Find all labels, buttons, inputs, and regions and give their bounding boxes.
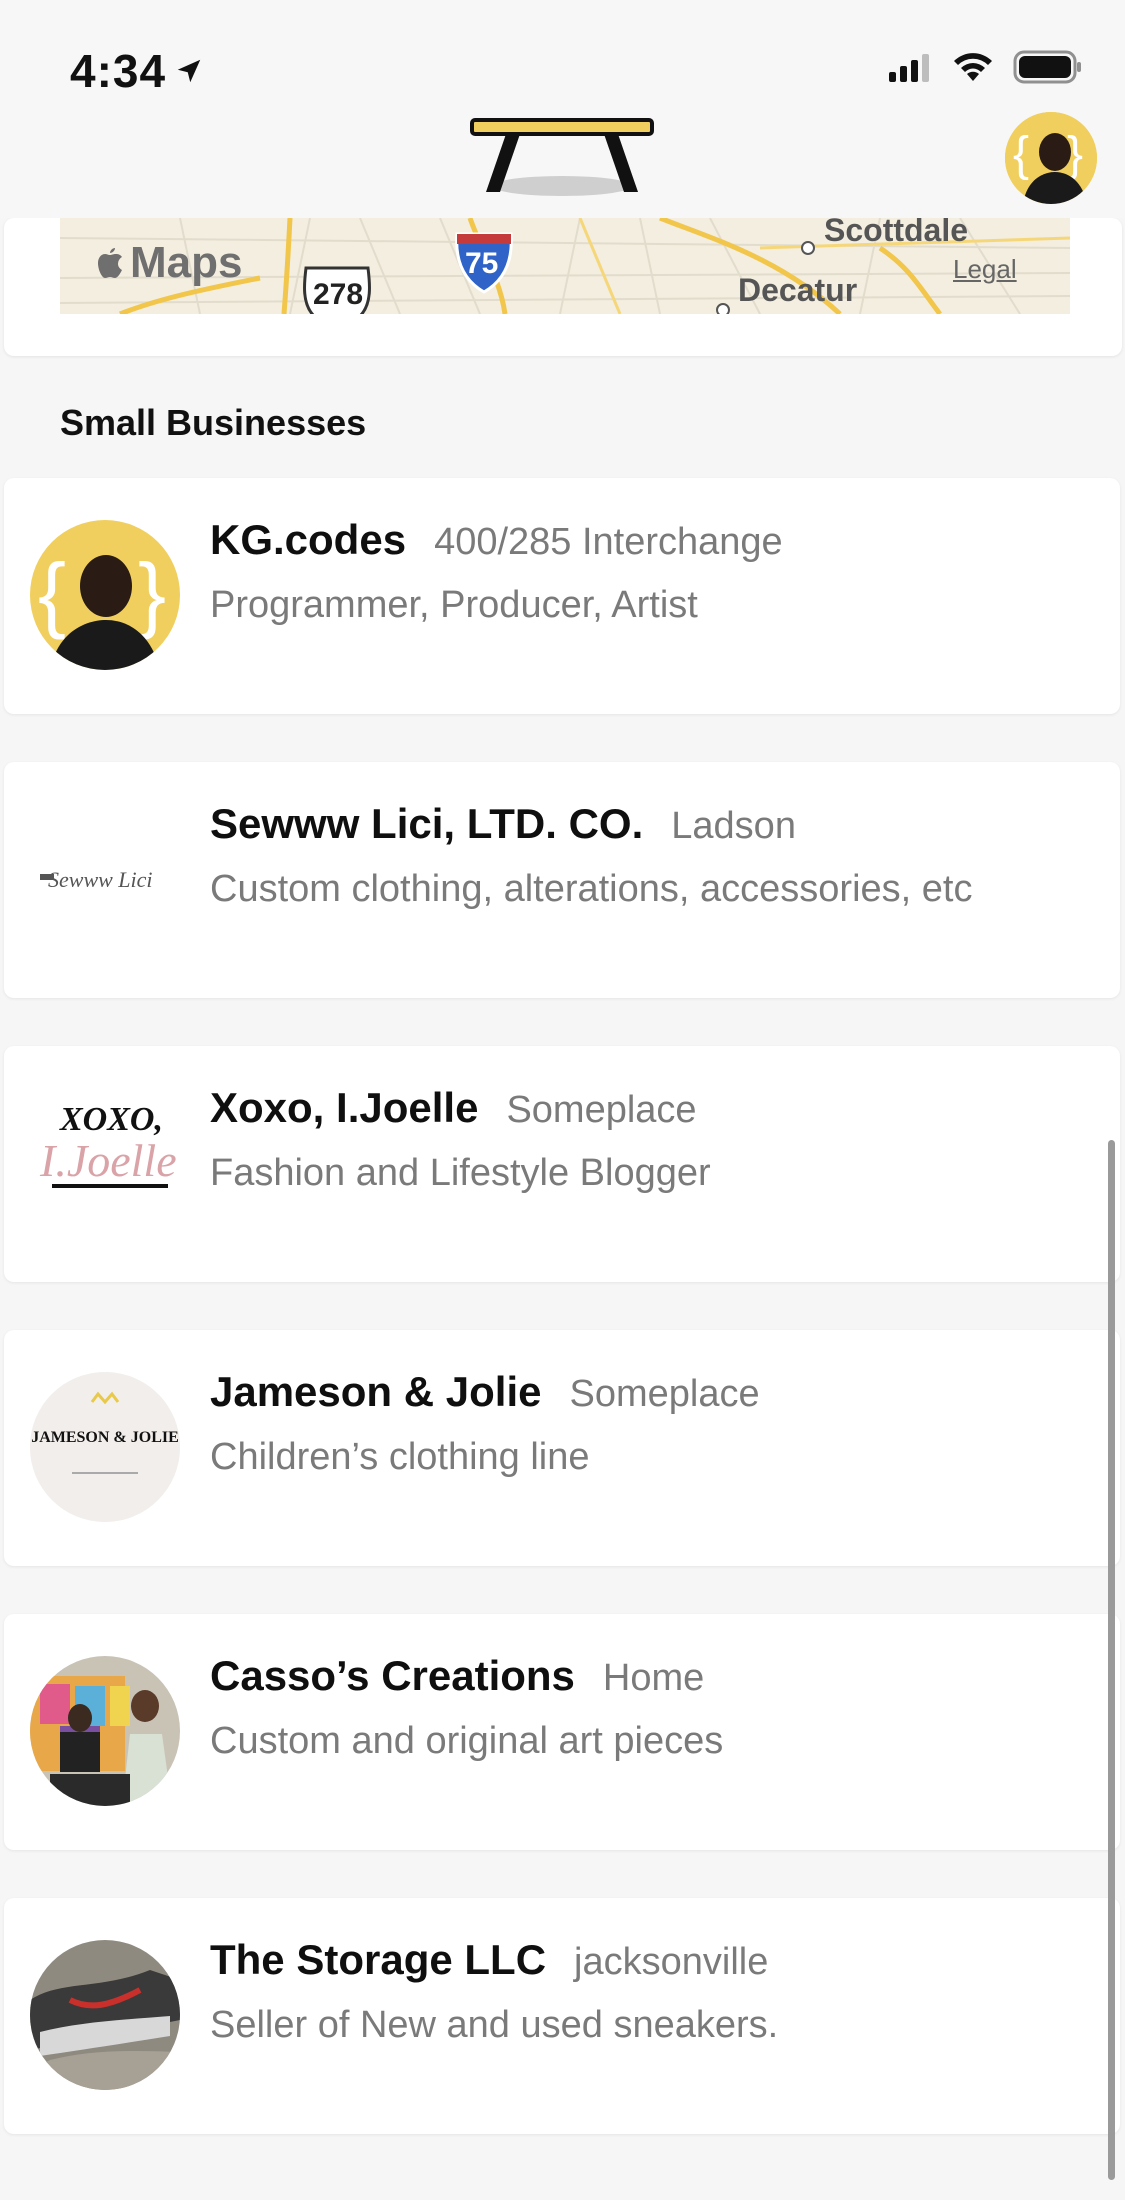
map-place-scottdale: Scottdale <box>824 218 969 248</box>
business-name: The Storage LLC <box>210 1936 547 1983</box>
business-location: Ladson <box>671 805 796 847</box>
business-location: jacksonville <box>574 1941 769 1983</box>
business-name-row: Xoxo, I.Joelle Someplace <box>210 1084 697 1132</box>
business-name: Casso’s Creations <box>210 1652 575 1699</box>
status-time: 4:34 <box>70 44 204 98</box>
maps-wordmark: Maps <box>96 238 242 288</box>
top-bar: 4:34 {} <box>0 0 1125 218</box>
business-location: Home <box>602 1657 705 1699</box>
vertical-scrollbar[interactable] <box>1108 1140 1115 2180</box>
maps-wordmark-text: Maps <box>130 238 243 287</box>
route-75-label: 75 <box>465 247 499 280</box>
business-card[interactable]: Sewww Lici Sewww Lici, LTD. CO. Ladson Cu… <box>4 762 1120 998</box>
business-location: Someplace <box>506 1089 697 1131</box>
route-278-label: 278 <box>313 278 364 311</box>
map-legal-link[interactable]: Legal <box>953 254 1017 285</box>
svg-text:}: } <box>138 546 166 640</box>
apple-icon <box>98 248 122 278</box>
map-view[interactable]: Maps 278 75 Scottdale Decatur Legal <box>60 218 1070 314</box>
map-place-decatur: Decatur <box>738 272 858 308</box>
business-location: Someplace <box>569 1373 760 1415</box>
business-avatar-image: XOXO, I.Joelle <box>30 1088 180 1238</box>
business-avatar: JAMESON & JOLIE <box>30 1372 180 1522</box>
business-name-row: Casso’s Creations Home <box>210 1652 704 1700</box>
section-title: Small Businesses <box>60 402 367 443</box>
business-avatar: Sewww Lici <box>30 804 180 954</box>
business-avatar: { } <box>30 520 180 670</box>
business-description: Custom and original art pieces <box>210 1720 724 1762</box>
business-avatar-image: JAMESON & JOLIE <box>30 1372 180 1522</box>
battery-icon <box>1013 50 1081 84</box>
svg-text:{: { <box>1013 128 1029 181</box>
business-description: Children’s clothing line <box>210 1436 590 1478</box>
business-name-row: The Storage LLC jacksonville <box>210 1936 768 1984</box>
business-avatar-image <box>30 1656 180 1806</box>
business-avatar: XOXO, I.Joelle <box>30 1088 180 1238</box>
xoxo-logo-script: I.Joelle <box>39 1135 177 1186</box>
business-name: Xoxo, I.Joelle <box>210 1084 479 1131</box>
profile-avatar[interactable]: { } <box>1005 112 1097 204</box>
business-location: 400/285 Interchange <box>434 521 783 563</box>
business-name-row: Sewww Lici, LTD. CO. Ladson <box>210 800 796 848</box>
map-place-dot-icon <box>716 303 730 314</box>
business-avatar <box>30 1940 180 2090</box>
business-name-row: KG.codes 400/285 Interchange <box>210 516 783 564</box>
status-time-text: 4:34 <box>70 45 167 97</box>
business-card[interactable]: The Storage LLC jacksonville Seller of Ne… <box>4 1898 1120 2134</box>
cellular-signal-icon <box>889 54 929 82</box>
business-description: Seller of New and used sneakers. <box>210 2004 779 2046</box>
business-avatar <box>30 1656 180 1806</box>
business-card[interactable]: Casso’s Creations Home Custom and origina… <box>4 1614 1120 1850</box>
business-avatar-image <box>30 1940 180 2090</box>
table-logo[interactable] <box>470 110 655 200</box>
profile-avatar-image: { } <box>1005 112 1097 204</box>
wifi-icon <box>954 53 992 81</box>
business-description: Custom clothing, alterations, accessorie… <box>210 868 973 910</box>
business-avatar-image: { } <box>30 520 180 670</box>
business-card[interactable]: JAMESON & JOLIE Jameson & Jolie Someplace… <box>4 1330 1120 1566</box>
business-name-row: Jameson & Jolie Someplace <box>210 1368 760 1416</box>
sewww-logo-text: Sewww Lici <box>48 867 153 892</box>
business-card[interactable]: XOXO, I.Joelle Xoxo, I.Joelle Someplace F… <box>4 1046 1120 1282</box>
business-card[interactable]: { } KG.codes 400/285 Interchange Programm… <box>4 478 1120 714</box>
business-name: Jameson & Jolie <box>210 1368 542 1415</box>
business-avatar-image: Sewww Lici <box>30 804 180 954</box>
business-name: KG.codes <box>210 516 407 563</box>
map-card[interactable]: Maps 278 75 Scottdale Decatur Legal <box>4 218 1122 356</box>
map-place-dot-icon <box>801 241 815 255</box>
business-description: Fashion and Lifestyle Blogger <box>210 1152 711 1194</box>
table-logo-icon <box>470 118 654 196</box>
business-description: Programmer, Producer, Artist <box>210 584 698 626</box>
business-name: Sewww Lici, LTD. CO. <box>210 800 644 847</box>
location-arrow-icon <box>177 59 201 83</box>
status-icons <box>887 50 1083 84</box>
xoxo-logo-top: XOXO, <box>59 1101 163 1138</box>
jameson-logo-text: JAMESON & JOLIE <box>31 1429 179 1446</box>
svg-text:{: { <box>38 546 66 640</box>
